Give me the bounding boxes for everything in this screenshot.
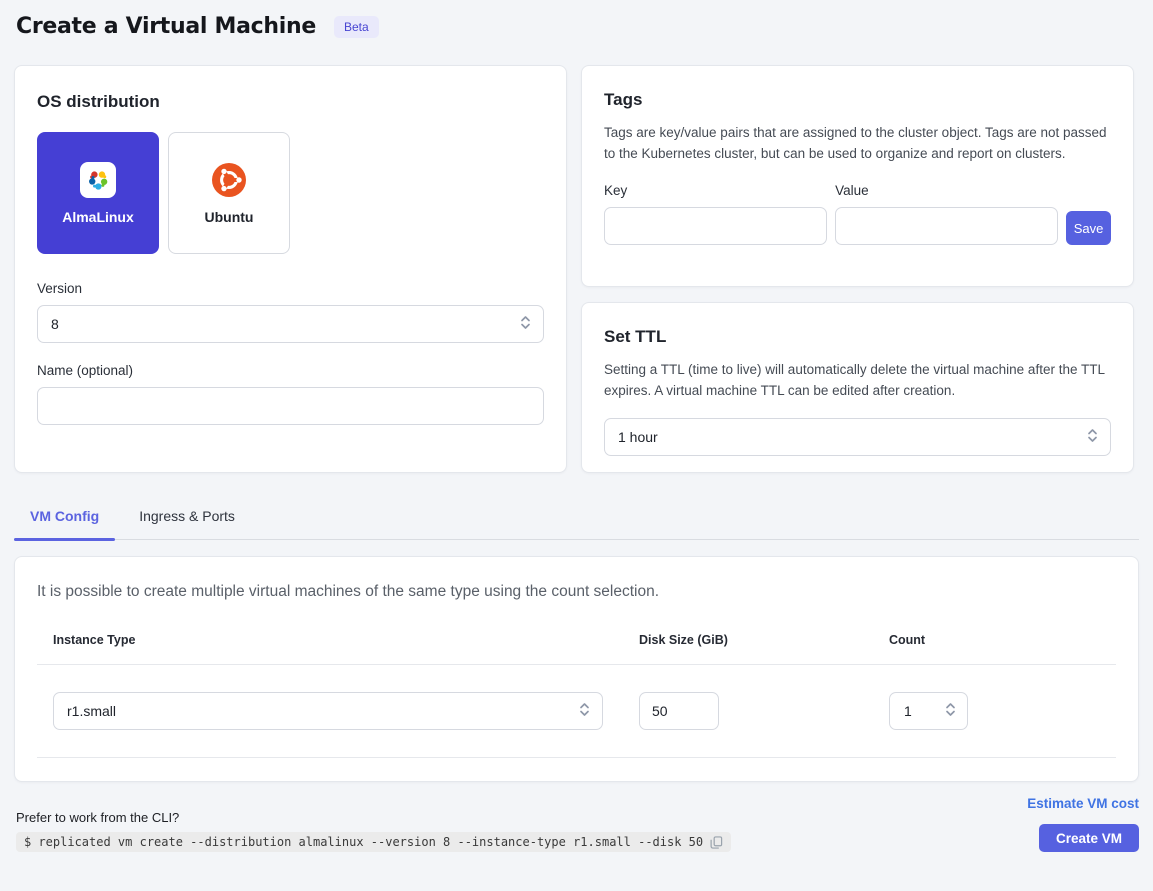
version-select[interactable]: 8	[37, 305, 544, 343]
name-label: Name (optional)	[37, 363, 544, 378]
ttl-select-value: 1 hour	[618, 429, 658, 445]
tag-key-label: Key	[604, 183, 827, 198]
os-tile-ubuntu[interactable]: Ubuntu	[168, 132, 290, 254]
page-title: Create a Virtual Machine	[16, 14, 316, 39]
tags-kv-row: Key Value Save	[604, 183, 1111, 245]
create-vm-button[interactable]: Create VM	[1039, 824, 1139, 852]
tag-value-input[interactable]	[835, 207, 1058, 245]
chevron-updown-icon	[579, 702, 590, 721]
os-tile-label-ubuntu: Ubuntu	[205, 209, 254, 225]
tab-ingress-ports[interactable]: Ingress & Ports	[123, 500, 251, 539]
tags-heading: Tags	[604, 90, 1111, 110]
tag-key-input[interactable]	[604, 207, 827, 245]
os-distribution-heading: OS distribution	[37, 92, 544, 112]
tag-value-label: Value	[835, 183, 1058, 198]
cli-command-text: $ replicated vm create --distribution al…	[24, 835, 703, 849]
column-header-disk-size: Disk Size (GiB)	[623, 615, 873, 665]
ttl-select[interactable]: 1 hour	[604, 418, 1111, 456]
top-grid: OS distribution	[14, 65, 1139, 473]
vm-config-card: It is possible to create multiple virtua…	[14, 556, 1139, 782]
version-label: Version	[37, 281, 544, 296]
cli-prompt-text: Prefer to work from the CLI?	[16, 810, 731, 825]
version-select-value: 8	[51, 316, 59, 332]
page-header: Create a Virtual Machine Beta	[0, 0, 1153, 39]
count-value: 1	[904, 703, 912, 719]
disk-size-input[interactable]	[639, 692, 719, 730]
almalinux-icon	[80, 162, 116, 198]
page-footer: Prefer to work from the CLI? $ replicate…	[16, 796, 1139, 876]
os-distribution-card: OS distribution	[14, 65, 567, 473]
cli-command-block: $ replicated vm create --distribution al…	[16, 832, 731, 852]
chevron-updown-icon	[1087, 428, 1098, 447]
instance-type-value: r1.small	[67, 703, 116, 719]
ttl-card: Set TTL Setting a TTL (time to live) wil…	[581, 302, 1134, 473]
os-tiles: AlmaLinux	[37, 132, 544, 254]
vm-config-intro: It is possible to create multiple virtua…	[37, 583, 1116, 601]
os-tile-label-almalinux: AlmaLinux	[62, 209, 134, 225]
count-stepper[interactable]: 1	[889, 692, 968, 730]
tags-description: Tags are key/value pairs that are assign…	[604, 123, 1111, 164]
save-tag-button[interactable]: Save	[1066, 211, 1111, 245]
os-tile-almalinux[interactable]: AlmaLinux	[37, 132, 159, 254]
ttl-description: Setting a TTL (time to live) will automa…	[604, 360, 1111, 401]
instance-type-select[interactable]: r1.small	[53, 692, 603, 730]
tags-card: Tags Tags are key/value pairs that are a…	[581, 65, 1134, 287]
estimate-vm-cost-link[interactable]: Estimate VM cost	[1027, 796, 1139, 811]
tab-vm-config[interactable]: VM Config	[14, 500, 115, 539]
column-header-count: Count	[873, 615, 1116, 665]
chevron-updown-icon	[945, 702, 956, 721]
table-row: r1.small 1	[37, 665, 1116, 758]
chevron-updown-icon	[520, 315, 531, 334]
copy-icon[interactable]	[710, 836, 723, 849]
ttl-heading: Set TTL	[604, 327, 1111, 347]
ubuntu-icon	[211, 162, 247, 198]
tab-bar: VM Config Ingress & Ports	[14, 500, 1139, 540]
column-header-instance-type: Instance Type	[37, 615, 623, 665]
beta-badge: Beta	[334, 16, 379, 38]
name-input[interactable]	[37, 387, 544, 425]
vm-config-table: Instance Type Disk Size (GiB) Count r1.s…	[37, 615, 1116, 758]
